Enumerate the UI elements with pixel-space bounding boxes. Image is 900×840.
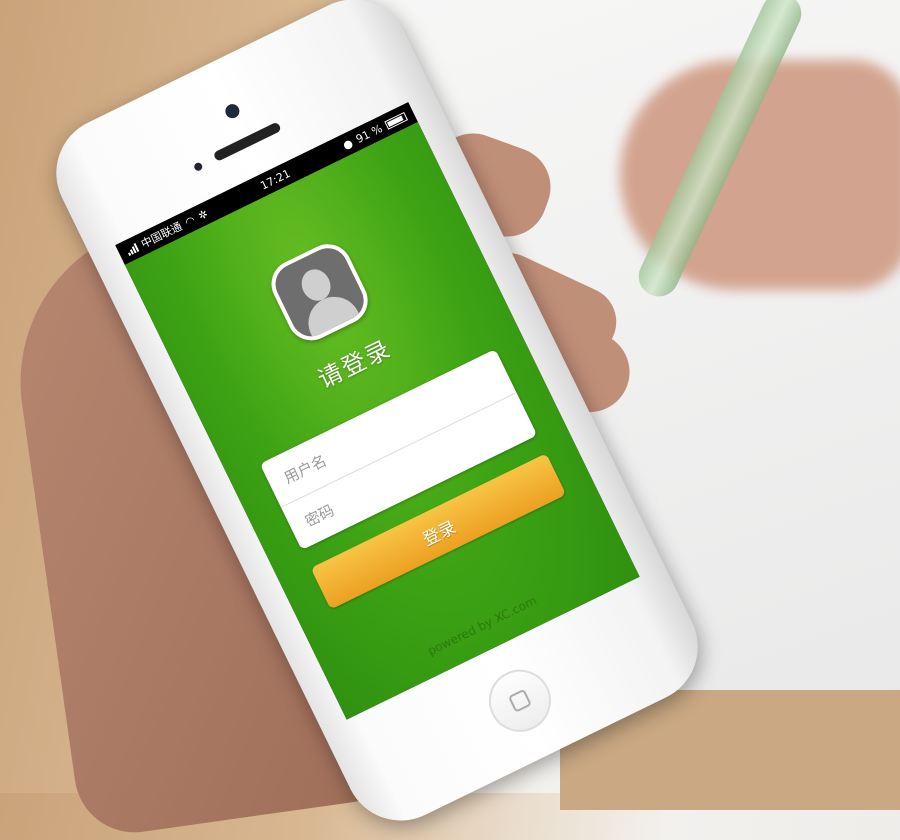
wifi-icon: ◠ [182,212,198,229]
loading-icon: ✲ [195,206,210,223]
home-square-icon [507,688,532,713]
lock-rotation-icon: ● [340,135,355,152]
battery-icon [384,111,408,130]
sensor-icon [192,161,204,173]
speaker-grille [212,121,282,162]
home-button[interactable] [478,659,562,743]
signal-icon [125,242,140,256]
user-icon [268,241,371,344]
camera-icon [222,101,242,121]
avatar [263,236,376,349]
